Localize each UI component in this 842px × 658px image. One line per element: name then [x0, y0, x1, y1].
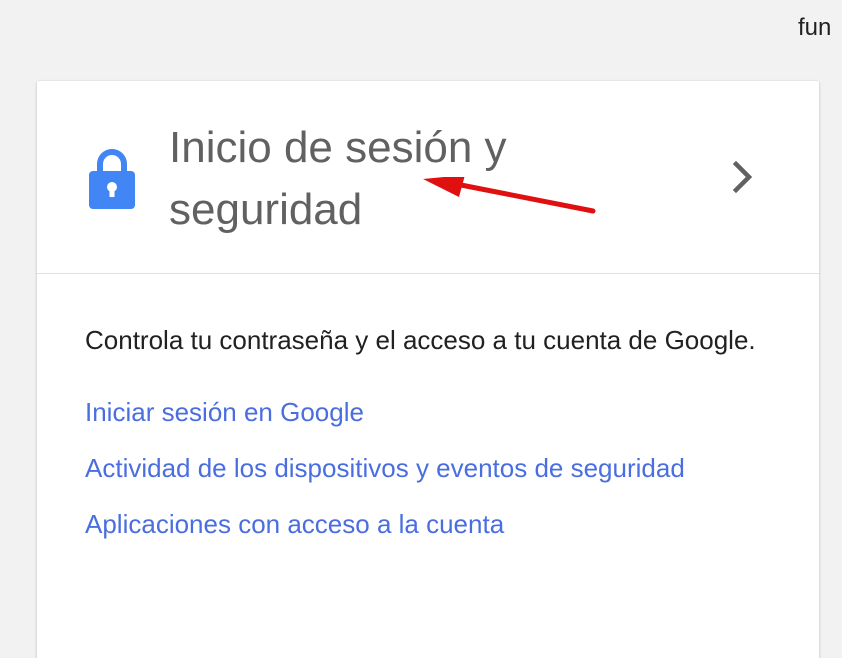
- card-body: Controla tu contraseña y el acceso a tu …: [37, 274, 819, 544]
- link-apps-with-access[interactable]: Aplicaciones con acceso a la cuenta: [85, 504, 771, 544]
- link-sign-in-google[interactable]: Iniciar sesión en Google: [85, 392, 771, 432]
- lock-icon: [89, 149, 135, 209]
- link-device-activity[interactable]: Actividad de los dispositivos y eventos …: [85, 448, 771, 488]
- card-header[interactable]: Inicio de sesión y seguridad: [37, 81, 819, 274]
- page: fun Inicio de sesión y seguridad Control…: [0, 0, 842, 658]
- chevron-right-icon[interactable]: [729, 159, 757, 195]
- security-card: Inicio de sesión y seguridad Controla tu…: [37, 81, 819, 658]
- card-title: Inicio de sesión y seguridad: [169, 123, 507, 234]
- truncated-heading-text: fun: [798, 14, 832, 41]
- card-description: Controla tu contraseña y el acceso a tu …: [85, 325, 756, 355]
